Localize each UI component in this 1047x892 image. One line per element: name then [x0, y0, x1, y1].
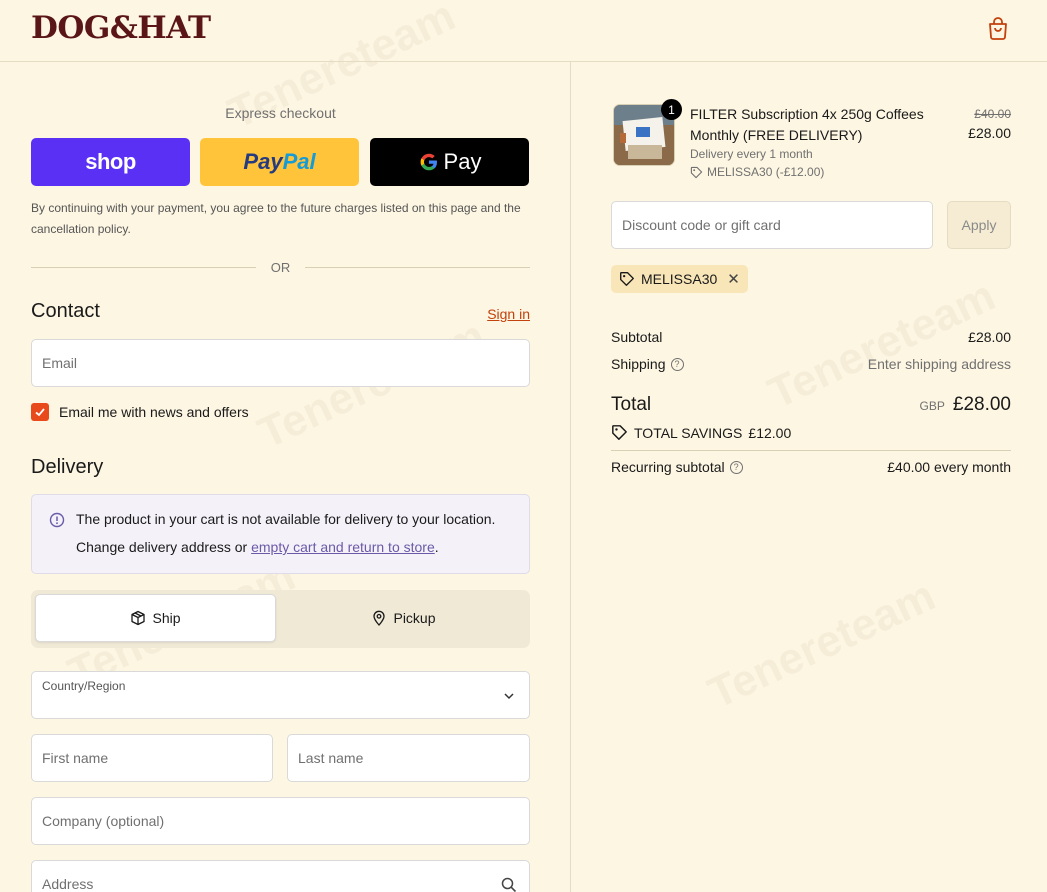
discount-code-field[interactable]: Discount code or gift card [611, 201, 933, 249]
discounted-price: £28.00 [968, 125, 1011, 141]
google-pay-button[interactable]: Pay [370, 138, 529, 186]
subtotal-label: Subtotal [611, 329, 663, 345]
empty-cart-link[interactable]: empty cart and return to store [251, 539, 435, 555]
total-savings: TOTAL SAVINGS £12.00 [611, 424, 791, 441]
tag-icon [690, 166, 703, 178]
subtotal-value: £28.00 [968, 329, 1011, 345]
original-price: £40.00 [974, 107, 1011, 121]
sign-in-link[interactable]: Sign in [487, 306, 530, 322]
delivery-title: Delivery [31, 456, 104, 478]
shop-pay-button[interactable]: shop [31, 138, 190, 186]
apply-discount-button[interactable]: Apply [947, 201, 1011, 249]
recurring-label: Recurring subtotal [611, 459, 725, 475]
delivery-notice: The product in your cart is not availabl… [31, 494, 530, 574]
delivery-method-toggle: Ship Pickup [31, 590, 530, 648]
first-name-field[interactable]: First name [31, 734, 273, 782]
delivery-frequency: Delivery every 1 month [690, 147, 813, 161]
column-divider [570, 62, 571, 892]
quantity-badge: 1 [661, 99, 682, 120]
applied-discount-tag: MELISSA30 ✕ [611, 265, 748, 293]
newsletter-checkbox[interactable] [31, 403, 49, 421]
or-divider: OR [31, 260, 530, 275]
tag-icon [620, 272, 634, 286]
chevron-down-icon [504, 693, 514, 700]
shipping-label: Shipping [611, 356, 666, 372]
payment-consent-text: By continuing with your payment, you agr… [31, 201, 521, 236]
info-icon [49, 512, 65, 528]
company-field[interactable]: Company (optional) [31, 797, 530, 845]
contact-title: Contact [31, 300, 100, 322]
country-label: Country/Region [42, 679, 126, 693]
or-label: OR [270, 260, 291, 275]
notice-message: The product in your cart is not availabl… [76, 511, 496, 527]
recurring-value: £40.00 every month [887, 459, 1011, 475]
box-icon [131, 610, 146, 626]
last-name-field[interactable]: Last name [287, 734, 530, 782]
newsletter-label: Email me with news and offers [59, 404, 249, 420]
search-icon [501, 877, 517, 892]
newsletter-checkbox-row[interactable]: Email me with news and offers [31, 403, 249, 421]
site-header: DOG&HAT [0, 0, 1047, 62]
watermark: Tenereteam [700, 570, 943, 719]
help-icon[interactable]: ? [729, 460, 743, 474]
shopping-bag-icon[interactable] [985, 15, 1011, 41]
pickup-option[interactable]: Pickup [281, 594, 526, 642]
tag-icon [612, 425, 627, 440]
total-label: Total [611, 394, 652, 415]
google-g-icon [420, 153, 437, 171]
location-pin-icon [373, 610, 386, 626]
express-checkout-title: Express checkout [225, 105, 336, 121]
address-field[interactable]: Address [31, 860, 530, 892]
product-name: FILTER Subscription 4x 250g Coffees Mont… [690, 106, 924, 143]
help-icon[interactable]: ? [670, 357, 684, 371]
total-value: £28.00 [952, 394, 1011, 415]
summary-divider [611, 450, 1011, 451]
paypal-button[interactable]: Pay Pal [200, 138, 359, 186]
shipping-value: Enter shipping address [867, 356, 1011, 372]
total-amount: GBP £28.00 [920, 394, 1011, 416]
country-select[interactable]: Country/Region [31, 671, 530, 719]
ship-option[interactable]: Ship [35, 594, 276, 642]
notice-action: Change delivery address or empty cart an… [76, 539, 439, 555]
email-field[interactable]: Email [31, 339, 530, 387]
brand-logo[interactable]: DOG&HAT [31, 10, 211, 46]
currency-code: GBP [919, 399, 945, 413]
remove-discount-icon[interactable]: ✕ [727, 270, 740, 288]
checkmark-icon [35, 408, 45, 417]
product-discount: MELISSA30 (-£12.00) [690, 165, 824, 179]
